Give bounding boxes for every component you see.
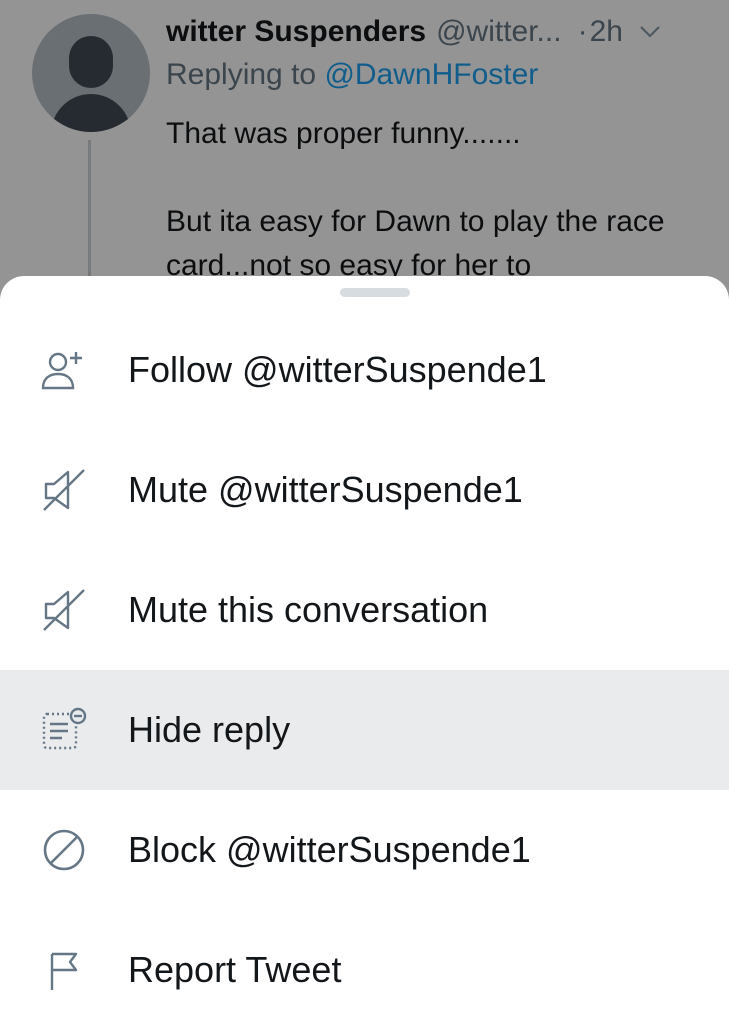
hide-reply-icon (38, 704, 90, 756)
follow-user-icon (38, 344, 90, 396)
action-menu: Follow @witterSuspende1 Mute @witterSusp… (0, 310, 729, 1030)
flag-icon (38, 944, 90, 996)
menu-item-follow[interactable]: Follow @witterSuspende1 (0, 310, 729, 430)
menu-item-hide-reply[interactable]: Hide reply (0, 670, 729, 790)
menu-item-label: Report Tweet (128, 949, 342, 990)
menu-item-label: Mute @witterSuspende1 (128, 469, 523, 510)
mute-conversation-icon (38, 584, 90, 636)
menu-item-label: Hide reply (128, 709, 291, 750)
menu-item-label: Block @witterSuspende1 (128, 829, 531, 870)
sheet-grabber[interactable] (340, 288, 410, 297)
action-sheet: Follow @witterSuspende1 Mute @witterSusp… (0, 276, 729, 1016)
block-icon (38, 824, 90, 876)
menu-item-mute-user[interactable]: Mute @witterSuspende1 (0, 430, 729, 550)
menu-item-block[interactable]: Block @witterSuspende1 (0, 790, 729, 910)
mute-icon (38, 464, 90, 516)
menu-item-mute-conversation[interactable]: Mute this conversation (0, 550, 729, 670)
menu-item-label: Follow @witterSuspende1 (128, 349, 547, 390)
menu-item-label: Mute this conversation (128, 589, 489, 630)
menu-item-report[interactable]: Report Tweet (0, 910, 729, 1030)
